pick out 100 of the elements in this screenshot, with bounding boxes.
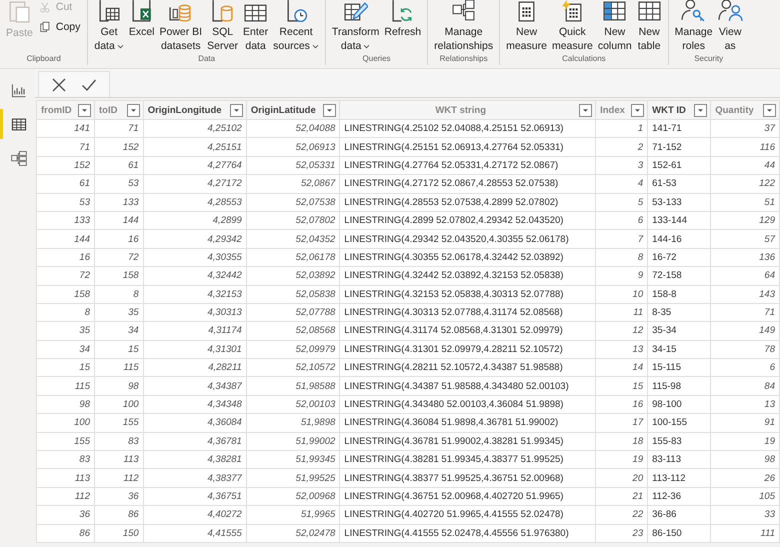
filter-dropdown[interactable] <box>763 104 776 116</box>
table-cell: 144 <box>36 230 94 248</box>
table-cell: LINESTRING(4.343480 52.00103,4.36084 51.9898) <box>340 395 596 414</box>
table-cell: 37 <box>710 120 780 138</box>
table-cell: 52,07788 <box>246 303 340 322</box>
table-cell: LINESTRING(4.29342 52.043520,4.30355 52.06178) <box>340 230 596 248</box>
table-cell: 129 <box>710 211 780 230</box>
group-label: Relationships <box>438 53 489 65</box>
quick-measure-button[interactable]: Quick measure <box>550 0 595 53</box>
table-cell: 52,00103 <box>246 395 340 414</box>
table-cell: 34-15 <box>648 340 711 359</box>
caret-icon <box>697 108 704 112</box>
table-cell: 22 <box>596 506 648 524</box>
table-cell: 4,27764 <box>143 156 246 175</box>
table-cell: 35 <box>36 322 94 340</box>
table-cell: 112 <box>94 468 144 488</box>
new-measure-button[interactable]: New measure <box>504 0 549 53</box>
cancel-icon[interactable] <box>51 76 67 92</box>
table-cell: 72 <box>94 248 144 267</box>
table-cell: 51,99345 <box>246 450 340 469</box>
table-cell: 158 <box>94 266 144 286</box>
table-cell: LINESTRING(4.38377 51.99525,4.36751 52.00968) <box>340 468 596 488</box>
table-cell: LINESTRING(4.31301 52.09979,4.28211 52.10572) <box>340 340 596 359</box>
group-label: Clipboard <box>26 53 62 65</box>
table-cell: 4,31301 <box>143 340 246 359</box>
table-cell: 4,41555 <box>143 524 246 542</box>
caret-icon <box>81 108 88 112</box>
sql-server-button[interactable]: SQL Server <box>205 0 240 53</box>
table-cell: 52,06913 <box>246 138 340 156</box>
table-cell: 51 <box>710 193 780 212</box>
table-cell: 158 <box>36 285 94 304</box>
column-header[interactable]: WKT ID <box>648 100 711 120</box>
transform-data-button[interactable]: Transform data <box>330 0 382 53</box>
table-cell: 52,05331 <box>246 156 340 175</box>
table-cell: 152 <box>94 138 144 156</box>
filter-dropdown[interactable] <box>78 104 91 116</box>
table-cell: 141 <box>36 120 94 138</box>
table-cell: 4,31174 <box>143 322 246 340</box>
power-bi-datasets-button[interactable]: Power BI datasets <box>158 0 204 53</box>
column-header[interactable]: OriginLongitude <box>143 100 246 120</box>
new-column-button[interactable]: New column <box>596 0 634 53</box>
table-cell: 98-100 <box>648 395 711 414</box>
table-cell: 4,40272 <box>143 506 246 524</box>
table-cell: 122 <box>710 174 780 194</box>
table-cell: 155-83 <box>648 432 711 451</box>
table-cell: 4,25151 <box>143 138 246 156</box>
table-cell: 4,30355 <box>143 248 246 267</box>
filter-dropdown[interactable] <box>694 104 708 116</box>
table-cell: LINESTRING(4.32442 52.03892,4.32153 52.05838) <box>340 266 596 286</box>
table-cell: 4,32442 <box>143 266 246 286</box>
enter-data-button[interactable]: Enter data <box>241 0 270 53</box>
view-as-button[interactable]: View as <box>716 0 745 53</box>
table-cell: 52,03892 <box>246 266 340 286</box>
table-cell: LINESTRING(4.30355 52.06178,4.32442 52.03892) <box>340 248 596 267</box>
copy-button[interactable]: Copy <box>38 20 80 34</box>
table-cell: LINESTRING(4.402720 51.9965,4.41555 52.02478) <box>340 506 596 524</box>
table-cell: 4 <box>596 174 648 194</box>
table-cell: 98 <box>36 395 94 414</box>
excel-button[interactable]: Excel <box>126 0 156 39</box>
table-cell: 84 <box>710 376 780 396</box>
table-cell: 115 <box>94 358 144 377</box>
table-cell: LINESTRING(4.41555 52.02478,4.45556 51.976380) <box>340 524 596 542</box>
table-cell: 53 <box>94 174 144 194</box>
recent-sources-button[interactable]: Recent sources <box>271 0 321 53</box>
table-cell: 71-152 <box>648 138 711 156</box>
table-cell: 61 <box>36 174 94 194</box>
table-cell: 15 <box>596 376 648 396</box>
database-icon <box>210 0 236 22</box>
refresh-button[interactable]: Refresh <box>382 0 424 39</box>
column-header[interactable]: OriginLatitude <box>246 100 340 120</box>
filter-dropdown[interactable] <box>230 104 243 116</box>
table-document-icon <box>96 0 122 22</box>
manage-roles-button[interactable]: Manage roles <box>672 0 715 53</box>
table-cell: 4,27172 <box>143 174 246 194</box>
table-cell: 21 <box>596 487 648 506</box>
table-view-icon <box>10 116 28 132</box>
table-cell: 86 <box>36 524 94 542</box>
table-cell: LINESTRING(4.32153 52.05838,4.30313 52.07788) <box>340 285 596 304</box>
filter-dropdown[interactable] <box>579 104 592 116</box>
filter-dropdown[interactable] <box>126 104 140 116</box>
table-cell: 100 <box>94 395 144 414</box>
table-cell: 91 <box>710 414 780 432</box>
filter-dropdown[interactable] <box>323 104 336 116</box>
table-cell: 113 <box>94 450 144 469</box>
table-cell: 52,09979 <box>246 340 340 359</box>
person-icon <box>718 0 743 22</box>
manage-relationships-button[interactable]: Manage relationships <box>432 0 496 53</box>
table-cell: 4,36084 <box>143 414 246 432</box>
get-data-button[interactable]: Get data <box>92 0 126 53</box>
table-cell: 4,38281 <box>143 450 246 469</box>
table-cell: 5 <box>596 193 648 212</box>
table-cell: 44 <box>710 156 780 175</box>
table-cell: 152 <box>36 156 94 175</box>
table-cell: 35 <box>94 303 144 322</box>
caret-icon <box>326 108 334 112</box>
table-cell: 52,06178 <box>246 248 340 267</box>
table-cell: 149 <box>710 322 780 340</box>
new-table-button[interactable]: New table <box>634 0 664 53</box>
table-cell: 52,00968 <box>246 487 340 506</box>
filter-dropdown[interactable] <box>631 104 644 116</box>
